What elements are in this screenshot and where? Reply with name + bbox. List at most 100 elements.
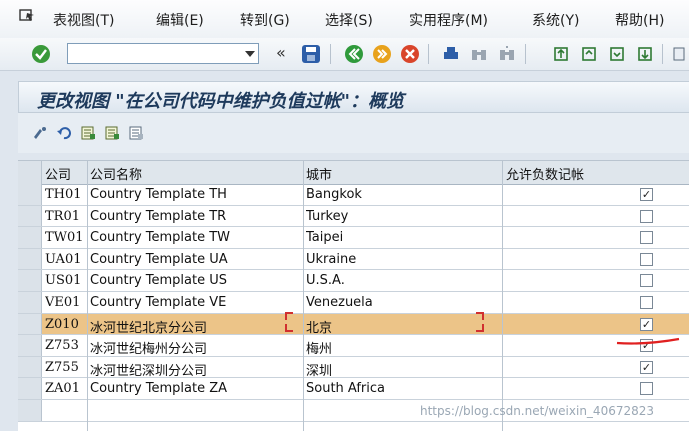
deselect-all-icon[interactable] — [128, 125, 144, 141]
negative-posting-checkbox[interactable] — [640, 231, 653, 245]
menu-icon[interactable] — [19, 9, 35, 22]
cell-company-name[interactable]: Country Template TW — [90, 230, 302, 245]
cell-company-code[interactable]: VE01 — [45, 295, 87, 310]
negative-posting-checkbox[interactable] — [640, 252, 653, 266]
negative-posting-checkbox[interactable]: ✓ — [640, 317, 653, 331]
cell-company-name[interactable]: 冰河世纪深圳分公司 — [90, 360, 302, 379]
new-session-icon[interactable] — [672, 45, 686, 63]
row-selector-button[interactable] — [18, 292, 42, 313]
row-selector-button[interactable] — [18, 313, 42, 335]
cell-city[interactable]: Venezuela — [306, 295, 504, 310]
cell-company-code[interactable]: TR01 — [45, 209, 87, 224]
cell-city[interactable]: South Africa — [306, 381, 504, 396]
row-selector-button[interactable] — [18, 335, 42, 356]
save-icon[interactable] — [302, 45, 320, 63]
negative-posting-checkbox[interactable]: ✓ — [640, 188, 653, 201]
negative-posting-checkbox[interactable] — [640, 382, 653, 396]
cell-company-code[interactable]: UA01 — [45, 252, 87, 267]
cell-company-name[interactable]: Country Template ZA — [90, 381, 302, 396]
select-block-icon[interactable] — [104, 125, 120, 141]
menu-bar: 表视图(T) 编辑(E) 转到(G) 选择(S) 实用程序(M) 系统(Y) 帮… — [0, 0, 689, 38]
cell-company-name[interactable]: Country Template UA — [90, 252, 302, 267]
menu-table-view[interactable]: 表视图(T) — [53, 10, 114, 30]
select-all-icon[interactable] — [80, 125, 96, 141]
next-page-icon[interactable] — [608, 45, 626, 63]
row-selector-button[interactable] — [18, 227, 42, 248]
annotation-underline — [616, 337, 680, 345]
cell-company-name[interactable]: Country Template TH — [90, 187, 302, 202]
row-selector-button[interactable] — [18, 356, 42, 378]
header-company-name[interactable]: 公司名称 — [90, 164, 142, 183]
cell-company-code[interactable]: Z755 — [45, 360, 87, 375]
cell-company-name[interactable]: Country Template VE — [90, 295, 302, 310]
menu-select[interactable]: 选择(S) — [325, 10, 373, 30]
previous-page-icon[interactable] — [580, 45, 598, 63]
application-toolbar — [18, 113, 689, 153]
table-row[interactable]: Z753 冰河世纪梅州分公司 梅州 ✓ — [18, 335, 689, 357]
menu-system[interactable]: 系统(Y) — [532, 10, 579, 30]
cell-city[interactable]: 梅州 — [306, 338, 504, 357]
cell-company-code[interactable]: TH01 — [45, 187, 87, 202]
cell-company-code[interactable]: US01 — [45, 273, 87, 288]
cell-city[interactable]: 深圳 — [306, 360, 504, 379]
display-change-icon[interactable] — [32, 125, 48, 141]
find-icon[interactable] — [470, 45, 488, 63]
table-header: 公司 公司名称 城市 允许负数记帐 — [18, 161, 689, 185]
row-selector-button[interactable] — [18, 205, 42, 227]
table-row[interactable]: ZA01 Country Template ZA South Africa — [18, 378, 689, 400]
row-selector-button[interactable] — [18, 270, 42, 291]
print-icon[interactable] — [442, 45, 460, 63]
cell-company-name[interactable]: Country Template US — [90, 273, 302, 288]
menu-edit[interactable]: 编辑(E) — [156, 10, 204, 30]
focus-cursor-brackets — [285, 312, 484, 332]
cell-company-code[interactable]: Z010 — [45, 317, 87, 332]
first-page-icon[interactable] — [552, 45, 570, 63]
table-row[interactable]: Z755 冰河世纪深圳分公司 深圳 ✓ — [18, 356, 689, 379]
cell-city[interactable]: Taipei — [306, 230, 504, 245]
table-row[interactable]: TH01 Country Template TH Bangkok ✓ — [18, 184, 689, 206]
exit-icon[interactable] — [373, 45, 391, 63]
row-selector-button[interactable] — [18, 400, 42, 421]
watermark: https://blog.csdn.net/weixin_40672823 — [420, 404, 655, 418]
table-row[interactable]: TR01 Country Template TR Turkey — [18, 205, 689, 228]
find-next-icon[interactable] — [498, 45, 516, 63]
chevron-down-icon[interactable] — [245, 51, 255, 57]
company-code-table: 公司 公司名称 城市 允许负数记帐 TH01 Country Template T… — [18, 160, 689, 431]
undo-icon[interactable] — [56, 125, 72, 141]
menu-help[interactable]: 帮助(H) — [615, 10, 664, 30]
last-page-icon[interactable] — [636, 45, 654, 63]
row-selector-button[interactable] — [18, 248, 42, 270]
cell-city[interactable]: Bangkok — [306, 187, 504, 202]
select-all-corner[interactable] — [18, 161, 42, 184]
menu-utilities[interactable]: 实用程序(M) — [409, 10, 488, 30]
table-row[interactable]: US01 Country Template US U.S.A. — [18, 270, 689, 292]
table-row[interactable]: TW01 Country Template TW Taipei — [18, 227, 689, 249]
cell-city[interactable]: Turkey — [306, 209, 504, 224]
cell-city[interactable]: U.S.A. — [306, 273, 504, 288]
header-company-code[interactable]: 公司 — [45, 164, 71, 183]
negative-posting-checkbox[interactable]: ✓ — [640, 360, 653, 374]
header-city[interactable]: 城市 — [306, 164, 332, 183]
negative-posting-checkbox[interactable] — [640, 209, 653, 223]
cell-company-code[interactable]: ZA01 — [45, 381, 87, 396]
cell-company-name[interactable]: 冰河世纪北京分公司 — [90, 317, 302, 336]
back-icon[interactable] — [345, 45, 363, 63]
cell-company-name[interactable]: Country Template TR — [90, 209, 302, 224]
cell-city[interactable]: Ukraine — [306, 252, 504, 267]
row-selector-button[interactable] — [18, 378, 42, 399]
collapse-prev-icon[interactable]: « — [276, 43, 286, 62]
enter-icon[interactable] — [32, 45, 50, 63]
menu-goto[interactable]: 转到(G) — [240, 10, 290, 30]
negative-posting-checkbox[interactable] — [640, 274, 653, 288]
command-field[interactable] — [67, 43, 259, 64]
cell-company-code[interactable]: TW01 — [45, 230, 87, 245]
negative-posting-checkbox[interactable] — [640, 296, 653, 309]
cell-company-code[interactable]: Z753 — [45, 338, 87, 353]
cancel-icon[interactable] — [401, 45, 419, 63]
row-selector-button[interactable] — [18, 184, 42, 205]
table-row[interactable]: UA01 Country Template UA Ukraine — [18, 248, 689, 271]
cell-company-name[interactable]: 冰河世纪梅州分公司 — [90, 338, 302, 357]
header-allow-negative-posting[interactable]: 允许负数记帐 — [506, 164, 584, 183]
table-row[interactable]: VE01 Country Template VE Venezuela — [18, 292, 689, 314]
page-title: 更改视图 "在公司代码中维护负值过帐"：概览 — [37, 91, 405, 112]
